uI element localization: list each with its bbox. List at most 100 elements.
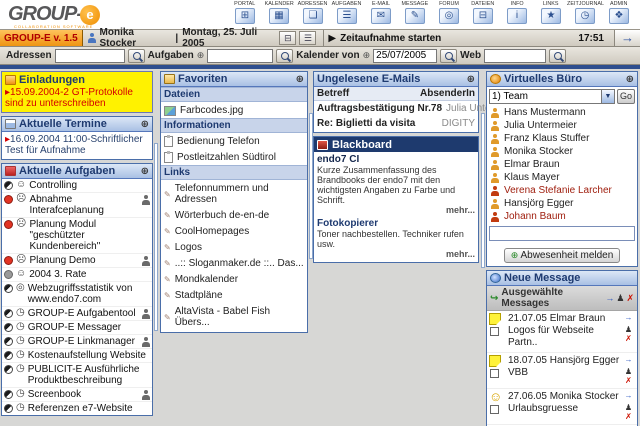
favorite-link[interactable]: ✎ Wörterbuch de-en-de (161, 207, 307, 223)
message-item[interactable]: ☺ 27.06.05 Monika Stocker → Urlaubsgrues… (487, 389, 637, 425)
toolbar-item-dateien[interactable]: DATEIEN ⊟ (466, 0, 500, 24)
status-bar: GROUP-E v. 1.5 Monika Stocker | Montag, … (0, 27, 640, 49)
favorite-link[interactable]: ✎ AltaVista - Babel Fish Übers... (161, 303, 307, 332)
expand-icon[interactable]: ⊕ (141, 166, 149, 177)
favorite-link[interactable]: ✎..:: Sloganmaker.de ::.. Das... (161, 255, 307, 271)
favorite-link[interactable]: ✎ Stadtpläne (161, 287, 307, 303)
person-icon[interactable]: ♟ (625, 403, 632, 412)
forward-icon[interactable]: → (625, 391, 633, 400)
task-row[interactable]: ◷ GROUP-E Messager (2, 321, 152, 335)
favorite-info[interactable]: Postleitzahlen Südtirol (161, 149, 307, 165)
forward-icon[interactable]: → (625, 355, 633, 364)
message-checkbox[interactable] (490, 327, 499, 336)
delete-icon[interactable]: ✗ (625, 376, 632, 385)
delete-icon[interactable]: ✗ (626, 293, 634, 304)
web-label: Web (460, 50, 482, 61)
appointment-item[interactable]: ▸16.09.2004 11:00-Schriftlicher Test für… (2, 132, 152, 159)
favorite-link[interactable]: ✎ Mondkalender (161, 271, 307, 287)
time-tracking-button[interactable]: ▶ Zeitaufnahme starten (328, 33, 578, 44)
task-row[interactable]: ◷ Kostenaufstellung Website (2, 349, 152, 363)
member-row[interactable]: Hansjörg Egger (487, 197, 637, 210)
member-row[interactable]: Johann Baum (487, 210, 637, 223)
task-row[interactable]: ☺ 2004 3. Rate (2, 268, 152, 282)
favorite-link[interactable]: ✎ Telefonnummern und Adressen (161, 180, 307, 207)
link-icon: ✎ (164, 312, 171, 322)
adressen-search-input[interactable] (54, 48, 125, 63)
column-resize-handle[interactable] (154, 143, 158, 331)
member-row[interactable]: Franz Klaus Stuffer (487, 132, 637, 145)
favorite-file[interactable]: Farbcodes.jpg (161, 102, 307, 118)
toolbar-item-kalender[interactable]: KALENDER ▦ (262, 0, 296, 24)
task-row[interactable]: ◷ Screenbook (2, 388, 152, 402)
column-resize-handle[interactable] (481, 113, 485, 268)
task-row[interactable]: ◷ GROUP-E Aufgabentool (2, 307, 152, 321)
logout-button[interactable]: → (614, 30, 640, 46)
kalender-date-input[interactable] (373, 48, 438, 63)
toolbar-item-portal[interactable]: PORTAL ⊞ (228, 0, 262, 24)
more-link[interactable]: mehr... (317, 249, 475, 259)
message-item[interactable]: 18.07.05 Hansjörg Egger → VBB ♟ ✗ (487, 353, 637, 389)
email-row[interactable]: Auftragsbestätigung Nr.78 Julia Untermei… (314, 101, 519, 116)
favorite-link[interactable]: ✎ CoolHomepages (161, 223, 307, 239)
forward-icon[interactable]: → (625, 313, 633, 322)
toolbar-item-email[interactable]: E-MAIL ✉ (364, 0, 398, 24)
member-row[interactable]: Julia Untermeier (487, 119, 637, 132)
forward-icon[interactable]: → (605, 293, 614, 304)
email-row[interactable]: Re: Biglietti da visita DIGITY (314, 116, 478, 132)
go-button[interactable]: Go (616, 89, 635, 104)
invitation-item[interactable]: ▸15.09.2004-2 GT-Protokolle sind zu unte… (2, 87, 152, 112)
expand-icon[interactable]: ⊕ (296, 74, 304, 85)
print-icon[interactable]: ⊟ (279, 31, 297, 45)
task-row[interactable]: ☹ Planung Modul "geschützter Kundenbereic… (2, 218, 152, 254)
toolbar-item-message[interactable]: MESSAGE ✎ (398, 0, 432, 24)
favorite-info[interactable]: Bedienung Telefon (161, 133, 307, 149)
person-icon[interactable]: ♟ (616, 293, 624, 304)
task-row[interactable]: ☹ Abnahme Interafceplanung (2, 193, 152, 218)
toolbar-item-admin[interactable]: ADMIN ❖ (602, 0, 636, 24)
toolbar-item-adressen[interactable]: ADRESSEN ❏ (296, 0, 330, 24)
member-row[interactable]: Klaus Mayer (487, 171, 637, 184)
task-row[interactable]: ◎ Webzugriffsstatistik von www.endo7.com (2, 282, 152, 307)
expand-icon[interactable]: ⊕ (467, 74, 475, 85)
toolbar-item-aufgaben[interactable]: AUFGABEN ☰ (330, 0, 364, 24)
message-checkbox[interactable] (490, 369, 499, 378)
toolbar-item-forum[interactable]: FORUM ◎ (432, 0, 466, 24)
kalender-search-icon[interactable] (440, 48, 458, 63)
toolbar-item-info[interactable]: INFO i (500, 0, 534, 24)
clipboard-icon (164, 151, 173, 163)
delete-icon[interactable]: ✗ (625, 334, 632, 343)
toolbar-item-links[interactable]: LINKS ★ (534, 0, 568, 24)
member-row[interactable]: Verena Stefanie Larcher (487, 184, 637, 197)
task-row[interactable]: ◷ PUBLICIT-E Ausführliche Produktbeschrei… (2, 363, 152, 388)
person-icon[interactable]: ♟ (625, 325, 632, 334)
favorite-link[interactable]: ✎ Logos (161, 239, 307, 255)
message-checkbox[interactable] (490, 405, 499, 414)
expand-icon[interactable]: ⊕ (141, 119, 149, 130)
kalender-add-icon[interactable]: ⊕ (363, 50, 371, 61)
person-icon[interactable]: ♟ (625, 367, 632, 376)
toolbar-item-zeitjournal[interactable]: ZEITJOURNAL ◷ (567, 0, 603, 24)
more-link[interactable]: mehr... (317, 205, 475, 215)
web-search-input[interactable] (484, 48, 547, 63)
task-row[interactable]: ☹ Planung Demo (2, 254, 152, 268)
task-row[interactable]: ◷ Referenzen e7-Website (2, 402, 152, 415)
adressen-search-icon[interactable] (127, 48, 145, 63)
team-select[interactable]: 1) Team ▼ (489, 89, 615, 104)
task-row[interactable]: ◷ GROUP-E Linkmanager (2, 335, 152, 349)
refresh-arrow-icon[interactable]: ↪ (490, 293, 498, 304)
member-row[interactable]: Hans Mustermann (487, 106, 637, 119)
message-item[interactable]: 21.07.05 Elmar Braun → Logos für Webseit… (487, 311, 637, 353)
task-row[interactable]: ☺ Controlling (2, 179, 152, 193)
aufgaben-search-input[interactable] (207, 48, 274, 63)
list-icon[interactable]: ☰ (299, 31, 317, 45)
aufgaben-search-icon[interactable] (276, 48, 294, 63)
web-search-icon[interactable] (549, 48, 567, 63)
aufgaben-add-icon[interactable]: ⊕ (197, 50, 205, 61)
delete-icon[interactable]: ✗ (625, 412, 632, 421)
member-row[interactable]: Elmar Braun (487, 158, 637, 171)
absence-input[interactable] (489, 226, 635, 241)
expand-icon[interactable]: ⊕ (626, 74, 634, 85)
absence-report-button[interactable]: ⊕ Abwesenheit melden (503, 248, 621, 263)
member-row[interactable]: Monika Stocker (487, 145, 637, 158)
column-left: Einladungen ▸15.09.2004-2 GT-Protokolle … (1, 71, 153, 419)
